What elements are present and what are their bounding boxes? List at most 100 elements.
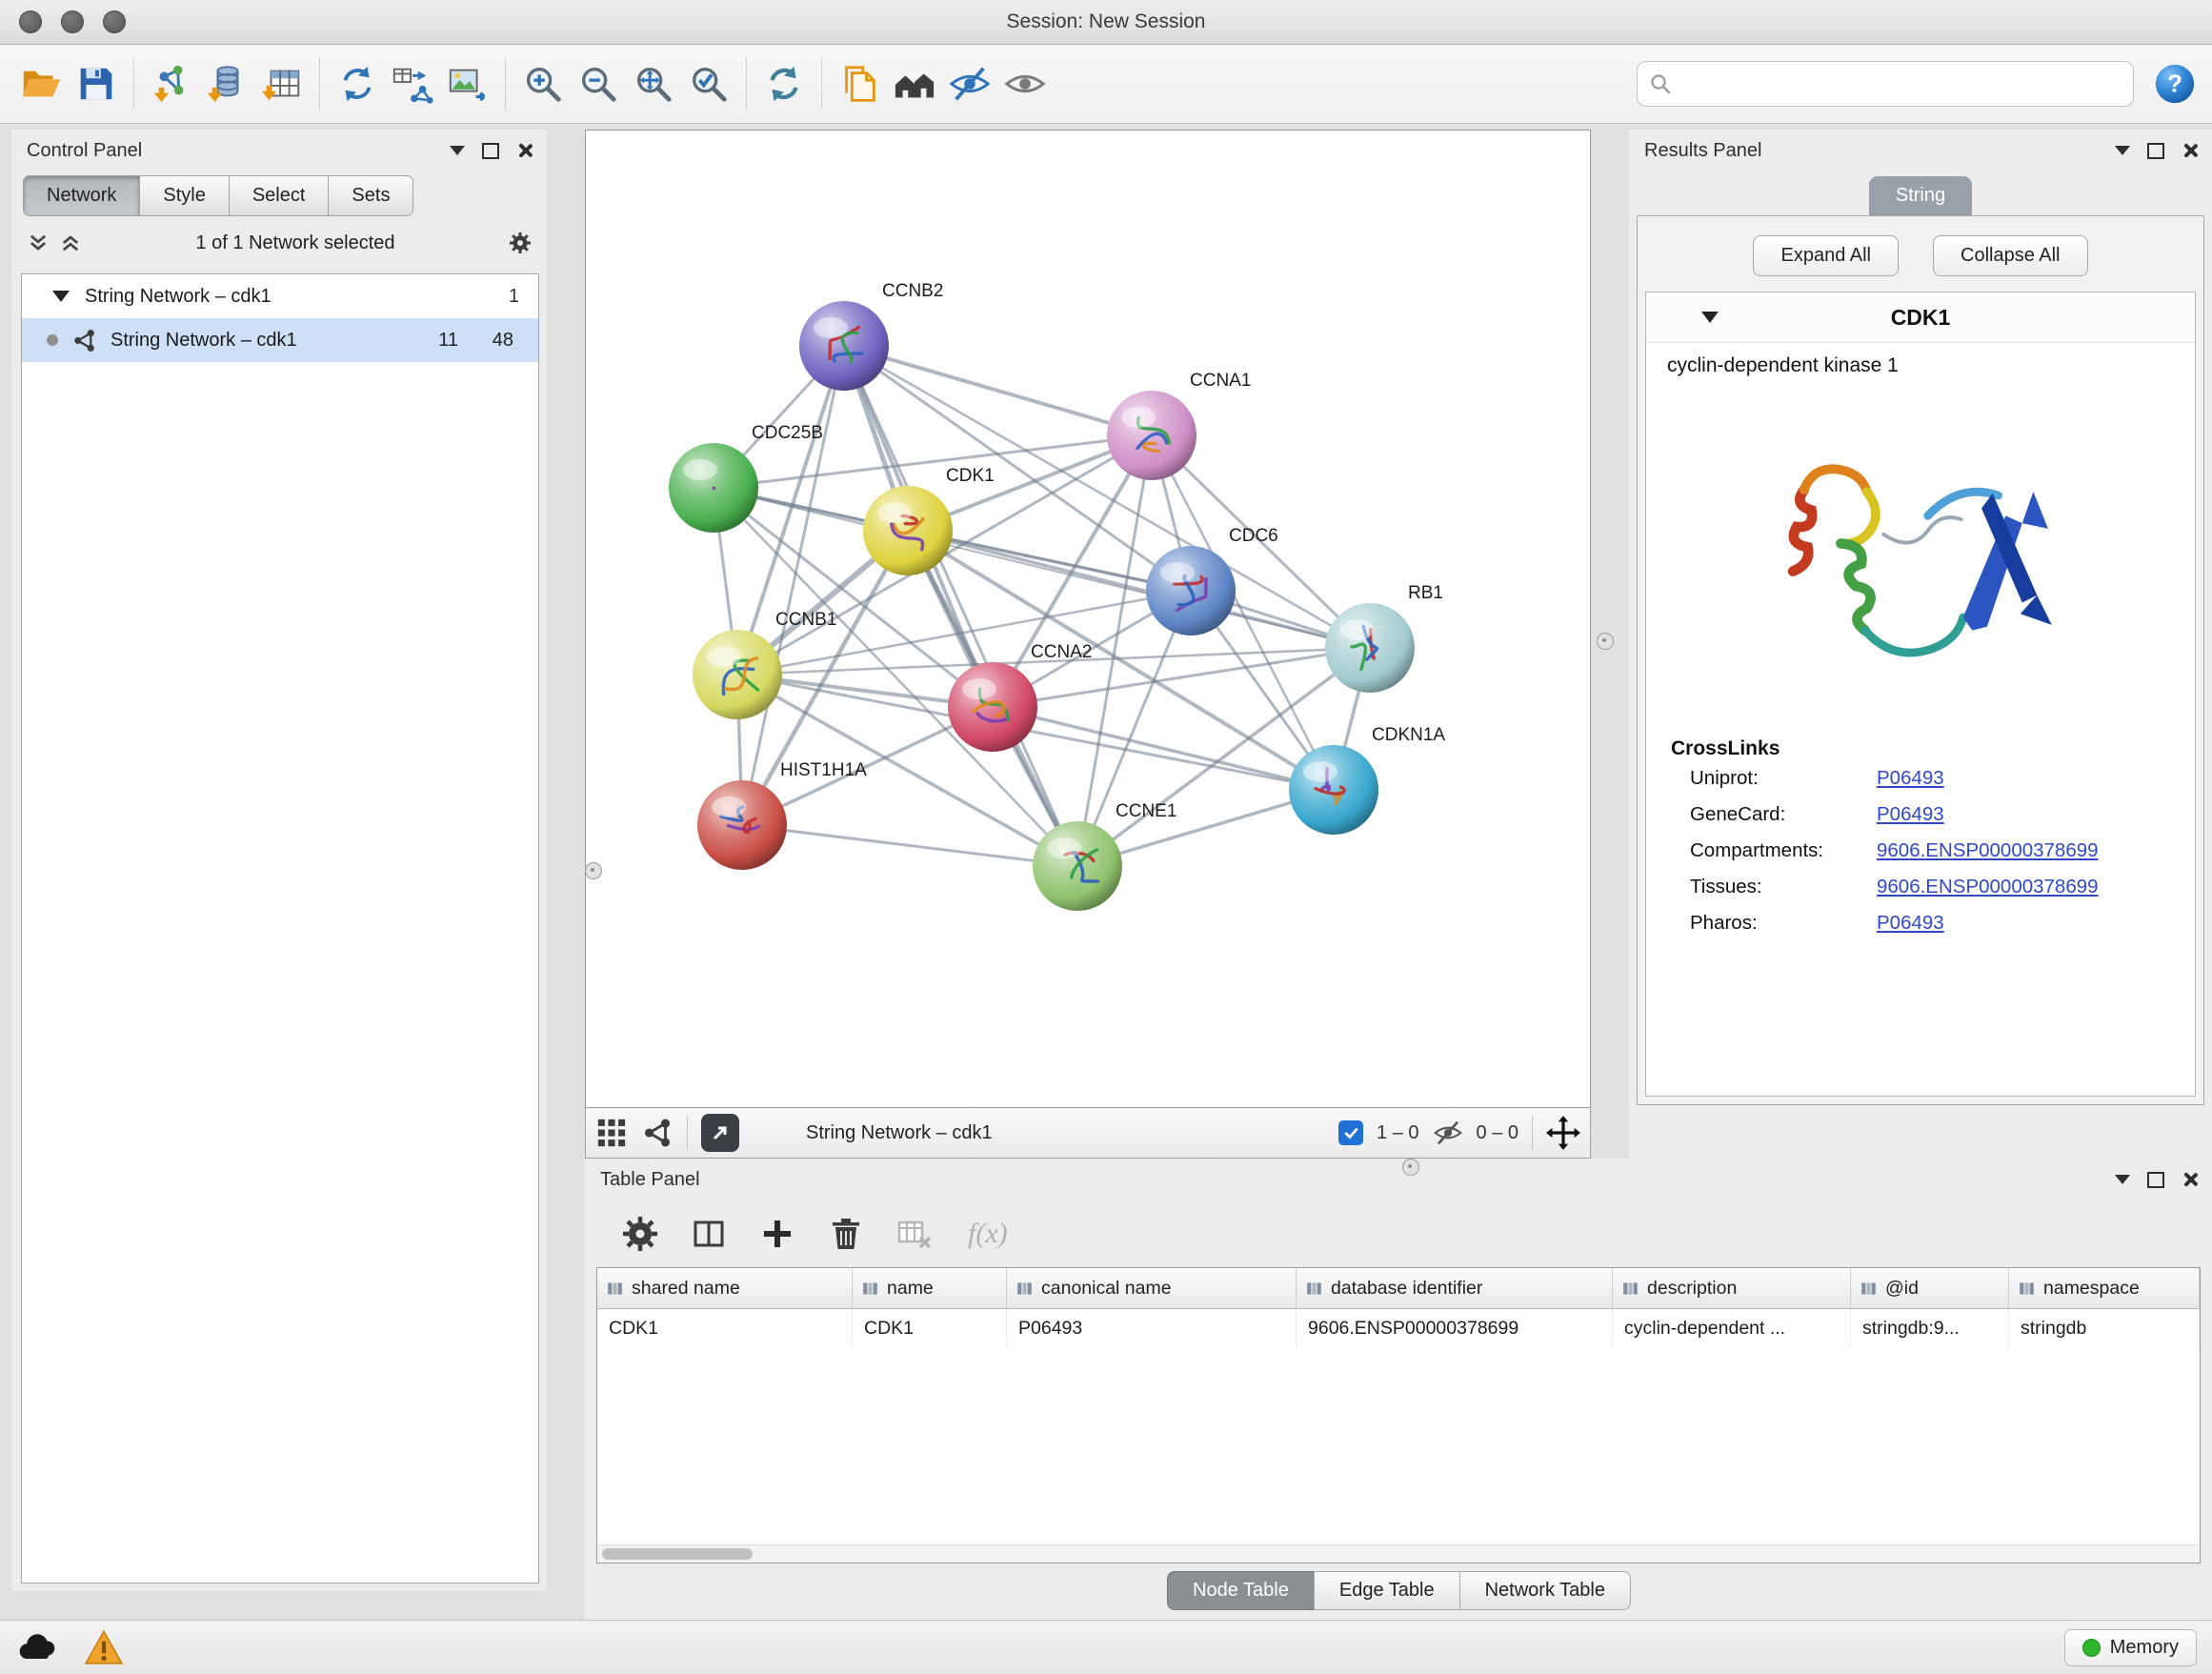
float-panel-icon[interactable] bbox=[2147, 143, 2164, 159]
fit-content-button[interactable] bbox=[626, 55, 681, 112]
table-settings-button[interactable] bbox=[619, 1213, 661, 1255]
search-box[interactable] bbox=[1637, 61, 2134, 107]
protein-section-header[interactable]: CDK1 bbox=[1646, 292, 2195, 343]
add-column-button[interactable] bbox=[756, 1213, 798, 1255]
tab-edge-table[interactable]: Edge Table bbox=[1314, 1571, 1460, 1610]
node-CDK1[interactable]: CDK1 bbox=[863, 466, 995, 575]
tab-string[interactable]: String bbox=[1869, 176, 1972, 215]
collapse-panel-icon[interactable] bbox=[2115, 1175, 2130, 1184]
save-session-button[interactable] bbox=[69, 55, 124, 112]
node-HIST1H1A[interactable]: HIST1H1A bbox=[697, 760, 867, 870]
tab-node-table[interactable]: Node Table bbox=[1167, 1571, 1315, 1610]
zoom-selected-button[interactable] bbox=[681, 55, 736, 112]
crosslink-link[interactable]: P06493 bbox=[1877, 803, 1944, 826]
column-header-database-identifier[interactable]: database identifier bbox=[1297, 1268, 1613, 1308]
edge-CCNB2-CCNE1[interactable] bbox=[844, 346, 1077, 866]
string-view-button[interactable] bbox=[641, 1117, 674, 1149]
close-panel-icon[interactable] bbox=[516, 142, 533, 159]
section-collapse-icon[interactable] bbox=[1701, 312, 1719, 323]
app-statusbar: Memory bbox=[0, 1620, 2212, 1674]
edge-CCNB2-CCNA1[interactable] bbox=[844, 346, 1152, 435]
eye-slash-icon bbox=[1433, 1118, 1463, 1148]
zoom-out-button[interactable] bbox=[571, 55, 626, 112]
memory-status-dot bbox=[2082, 1639, 2101, 1657]
trash-icon bbox=[827, 1215, 865, 1253]
splitter-grip[interactable] bbox=[1597, 633, 1614, 650]
first-neighbors-button[interactable] bbox=[330, 55, 385, 112]
zoom-in-button[interactable] bbox=[515, 55, 571, 112]
node-CDKN1A[interactable]: CDKN1A bbox=[1289, 725, 1445, 835]
refresh-view-button[interactable] bbox=[756, 55, 812, 112]
delete-column-button[interactable] bbox=[825, 1213, 867, 1255]
tab-sets[interactable]: Sets bbox=[328, 175, 413, 216]
home-views-button[interactable] bbox=[887, 55, 942, 112]
splitter-grip[interactable] bbox=[1402, 1159, 1419, 1176]
pan-mode-button[interactable] bbox=[1546, 1116, 1580, 1150]
close-panel-icon[interactable] bbox=[2182, 1171, 2199, 1188]
open-session-button[interactable] bbox=[13, 55, 69, 112]
collapse-all-button[interactable]: Collapse All bbox=[1933, 235, 2088, 276]
memory-button[interactable]: Memory bbox=[2064, 1629, 2197, 1666]
column-header-description[interactable]: description bbox=[1613, 1268, 1851, 1308]
edge-CCNB2-HIST1H1A[interactable] bbox=[742, 346, 844, 825]
node-label: CCNB1 bbox=[775, 610, 836, 630]
column-header-canonical-name[interactable]: canonical name bbox=[1007, 1268, 1297, 1308]
import-network-from-file-button[interactable] bbox=[144, 55, 199, 112]
network-selection-row: 1 of 1 Network selected bbox=[11, 216, 547, 270]
birdseye-view-button[interactable] bbox=[595, 1117, 628, 1149]
node-gloss bbox=[1303, 761, 1337, 782]
expand-all-button[interactable]: Expand All bbox=[1753, 235, 1899, 276]
hide-selected-button[interactable] bbox=[942, 55, 997, 112]
tab-select[interactable]: Select bbox=[229, 175, 330, 216]
node-RB1[interactable]: RB1 bbox=[1325, 583, 1443, 693]
clear-table-button-disabled[interactable] bbox=[894, 1213, 935, 1255]
network-collection-row[interactable]: String Network – cdk1 1 bbox=[22, 274, 538, 318]
float-panel-icon[interactable] bbox=[2147, 1172, 2164, 1188]
tab-network-table[interactable]: Network Table bbox=[1459, 1571, 1631, 1610]
chevron-double-down-icon[interactable] bbox=[27, 232, 50, 254]
show-all-button[interactable] bbox=[997, 55, 1053, 112]
table-clear-icon bbox=[895, 1215, 934, 1253]
node-CCNA1[interactable]: CCNA1 bbox=[1107, 371, 1251, 480]
import-table-from-file-button[interactable] bbox=[254, 55, 310, 112]
open-in-new-window-button[interactable] bbox=[701, 1114, 739, 1152]
column-header-name[interactable]: name bbox=[853, 1268, 1007, 1308]
chevron-double-up-icon[interactable] bbox=[59, 232, 82, 254]
crosslink-link[interactable]: P06493 bbox=[1877, 912, 1944, 935]
column-header-namespace[interactable]: namespace bbox=[2009, 1268, 2200, 1308]
show-columns-button[interactable] bbox=[688, 1213, 730, 1255]
crosslink-link[interactable]: 9606.ENSP00000378699 bbox=[1877, 839, 2099, 862]
help-button[interactable]: ? bbox=[2151, 60, 2199, 108]
cloud-button[interactable] bbox=[15, 1632, 59, 1663]
tree-expand-icon[interactable] bbox=[52, 291, 70, 302]
copy-document-button[interactable] bbox=[832, 55, 887, 112]
network-canvas[interactable]: CCNB2CCNA1CDC25BCDK1CDC6RB1CCNB1CCNA2CDK… bbox=[585, 130, 1591, 1108]
selected-checkbox[interactable] bbox=[1338, 1120, 1363, 1145]
network-row-selected[interactable]: String Network – cdk1 11 48 bbox=[22, 318, 538, 362]
collapse-panel-icon[interactable] bbox=[450, 146, 465, 155]
tab-network[interactable]: Network bbox=[23, 175, 140, 216]
column-header-@id[interactable]: @id bbox=[1851, 1268, 2009, 1308]
warning-button[interactable] bbox=[84, 1629, 124, 1665]
crosslink-link[interactable]: 9606.ENSP00000378699 bbox=[1877, 876, 2099, 898]
node-CCNB2[interactable]: CCNB2 bbox=[799, 281, 943, 391]
export-image-button[interactable] bbox=[440, 55, 495, 112]
edge-HIST1H1A-CCNE1[interactable] bbox=[742, 825, 1077, 866]
search-input[interactable] bbox=[1679, 72, 2122, 96]
node-CCNB1[interactable]: CCNB1 bbox=[693, 610, 836, 719]
node-gloss bbox=[1121, 407, 1156, 428]
horizontal-scrollbar[interactable] bbox=[597, 1544, 2200, 1563]
table-row[interactable]: CDK1CDK1P064939606.ENSP00000378699cyclin… bbox=[597, 1309, 2200, 1347]
import-network-from-database-button[interactable] bbox=[199, 55, 254, 112]
network-from-table-button[interactable] bbox=[385, 55, 440, 112]
float-panel-icon[interactable] bbox=[482, 143, 499, 159]
gear-icon[interactable] bbox=[509, 232, 532, 254]
scrollbar-thumb[interactable] bbox=[602, 1548, 753, 1560]
crosslink-link[interactable]: P06493 bbox=[1877, 767, 1944, 790]
collapse-panel-icon[interactable] bbox=[2115, 146, 2130, 155]
function-builder-button-disabled[interactable]: f(x) bbox=[968, 1218, 1008, 1250]
tab-style[interactable]: Style bbox=[139, 175, 229, 216]
splitter-grip[interactable] bbox=[585, 862, 602, 879]
close-panel-icon[interactable] bbox=[2182, 142, 2199, 159]
column-header-shared-name[interactable]: shared name bbox=[597, 1268, 853, 1308]
